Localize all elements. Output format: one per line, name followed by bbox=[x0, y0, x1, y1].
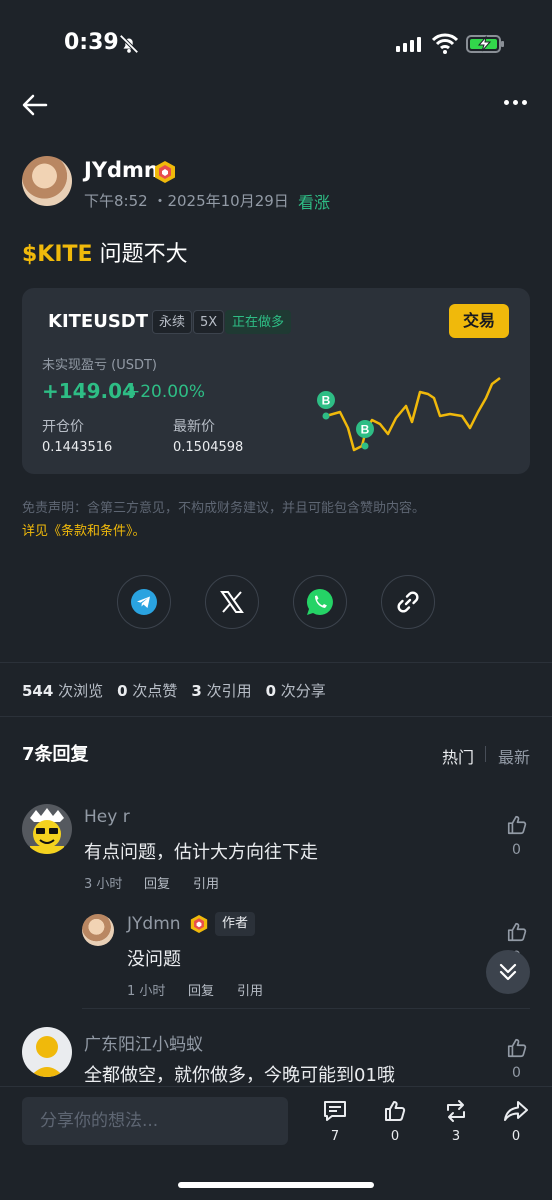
trade-button[interactable]: 交易 bbox=[449, 304, 509, 338]
comment-text: 全都做空，就你做多，今晚可能到01哦 bbox=[84, 1065, 395, 1086]
reply-button[interactable]: 回复 bbox=[144, 873, 170, 892]
comment-divider bbox=[82, 1008, 530, 1009]
post-timestamp: 下午8:52 ・2025年10月29日 bbox=[84, 192, 289, 210]
share-x-button[interactable] bbox=[205, 575, 259, 629]
thumbs-up-icon[interactable] bbox=[506, 921, 528, 943]
scroll-down-button[interactable] bbox=[486, 950, 530, 994]
quote-button[interactable]: 引用 bbox=[193, 873, 219, 892]
comment-input[interactable]: 分享你的想法... bbox=[22, 1097, 288, 1145]
pnl-value: +149.04 bbox=[42, 379, 136, 403]
pair-name: KITEUSDT bbox=[48, 311, 149, 332]
author-name[interactable]: JYdmn bbox=[84, 158, 159, 182]
post-stats: 544 次浏览 0 次点赞 3 次引用 0 次分享 bbox=[22, 680, 326, 701]
share-whatsapp-button[interactable] bbox=[293, 575, 347, 629]
contract-type-chip: 永续 bbox=[152, 310, 193, 334]
entry-price-label: 开仓价 bbox=[42, 419, 84, 435]
entry-price-value: 0.1443516 bbox=[42, 440, 113, 455]
disclaimer-text: 免责声明：含第三方意见，不构成财务建议，并且可能包含赞助内容。 bbox=[22, 501, 426, 516]
comment-text: 没问题 bbox=[127, 949, 181, 970]
quote-button[interactable]: 引用 bbox=[237, 980, 263, 999]
commenter-avatar[interactable] bbox=[82, 914, 114, 946]
share-telegram-button[interactable] bbox=[117, 575, 171, 629]
quotes-stat: 3 次引用 bbox=[191, 682, 252, 700]
thumbs-up-icon[interactable] bbox=[506, 1037, 528, 1059]
author-avatar[interactable] bbox=[22, 156, 72, 206]
sort-separator bbox=[485, 746, 486, 762]
shares-count: 0 bbox=[511, 1129, 521, 1144]
comment-time: 1 小时 bbox=[127, 984, 166, 999]
cellular-signal-icon bbox=[396, 37, 421, 52]
pnl-percent: +20.00% bbox=[126, 382, 206, 402]
thumbs-up-icon[interactable] bbox=[506, 814, 528, 836]
last-price-value: 0.1504598 bbox=[173, 440, 244, 455]
commenter-name[interactable]: Hey r bbox=[84, 807, 130, 827]
comment-icon bbox=[324, 1101, 346, 1121]
whatsapp-icon bbox=[306, 588, 333, 615]
buy-marker-2-label: B bbox=[361, 423, 370, 437]
like-button[interactable]: 0 bbox=[375, 1099, 415, 1144]
home-indicator bbox=[178, 1182, 374, 1188]
thumbs-up-icon bbox=[385, 1101, 406, 1121]
link-icon bbox=[397, 591, 419, 613]
bell-off-icon bbox=[119, 34, 139, 54]
shares-stat: 0 次分享 bbox=[265, 682, 326, 700]
sentiment-tag: 看涨 bbox=[298, 193, 331, 212]
comments-button[interactable]: 7 bbox=[315, 1099, 355, 1144]
section-divider bbox=[0, 662, 552, 663]
views-stat: 544 次浏览 bbox=[22, 682, 104, 700]
commenter-avatar[interactable] bbox=[22, 1027, 72, 1077]
replies-count-title: 7条回复 bbox=[22, 744, 89, 765]
commenter-name[interactable]: 广东阳江小蚂蚁 bbox=[84, 1030, 203, 1055]
price-sparkline: B B bbox=[317, 377, 501, 452]
copy-link-button[interactable] bbox=[381, 575, 435, 629]
comment-like-count: 0 bbox=[512, 1065, 521, 1081]
cashtag-link[interactable]: $KITE bbox=[22, 242, 93, 267]
share-arrow-icon bbox=[504, 1101, 528, 1121]
repost-icon bbox=[447, 1100, 465, 1122]
buy-point-1 bbox=[322, 412, 330, 420]
comments-count: 7 bbox=[330, 1129, 340, 1144]
leverage-chip: 5X bbox=[193, 310, 225, 334]
section-divider bbox=[0, 716, 552, 717]
post-body: $KITE 问题不大 bbox=[22, 236, 188, 268]
price-line bbox=[325, 377, 501, 452]
position-side-chip: 正在做多 bbox=[225, 310, 292, 334]
sort-latest-tab[interactable]: 最新 bbox=[498, 744, 530, 768]
sort-hot-tab[interactable]: 热门 bbox=[442, 744, 474, 768]
share-button[interactable]: 0 bbox=[496, 1099, 536, 1144]
x-icon bbox=[220, 591, 244, 613]
wifi-icon bbox=[432, 33, 458, 54]
creator-badge-icon bbox=[190, 915, 208, 933]
comment-like-count: 0 bbox=[512, 842, 521, 858]
reply-button[interactable]: 回复 bbox=[188, 980, 214, 999]
avatar-image bbox=[30, 808, 64, 854]
double-chevron-down-icon bbox=[499, 963, 517, 981]
position-card[interactable]: KITEUSDT 永续 5X 正在做多 交易 未实现盈亏 (USDT) +149… bbox=[22, 288, 530, 474]
commenter-avatar[interactable] bbox=[22, 804, 72, 854]
post-text: 问题不大 bbox=[92, 242, 188, 267]
author-badge: 作者 bbox=[215, 912, 256, 936]
buy-marker-1-label: B bbox=[322, 394, 331, 408]
pnl-label: 未实现盈亏 (USDT) bbox=[42, 358, 157, 373]
battery-charging-icon bbox=[466, 35, 504, 53]
back-arrow-icon[interactable] bbox=[22, 94, 48, 116]
reposts-count: 3 bbox=[451, 1129, 461, 1144]
comment-time: 3 小时 bbox=[84, 877, 123, 892]
default-avatar-image bbox=[30, 1036, 64, 1077]
likes-stat: 0 次点赞 bbox=[117, 682, 178, 700]
terms-link[interactable]: 详见《条款和条件》。 bbox=[22, 520, 146, 539]
commenter-name[interactable]: JYdmn bbox=[127, 914, 181, 934]
likes-count: 0 bbox=[390, 1129, 400, 1144]
more-options-icon[interactable] bbox=[504, 100, 527, 105]
comment-text: 有点问题，估计大方向往下走 bbox=[84, 842, 318, 863]
creator-badge-icon bbox=[155, 161, 175, 183]
buy-point-2 bbox=[361, 442, 369, 450]
telegram-icon bbox=[131, 589, 157, 615]
repost-button[interactable]: 3 bbox=[436, 1099, 476, 1144]
status-time: 0:39 bbox=[64, 30, 119, 55]
last-price-label: 最新价 bbox=[173, 419, 215, 435]
